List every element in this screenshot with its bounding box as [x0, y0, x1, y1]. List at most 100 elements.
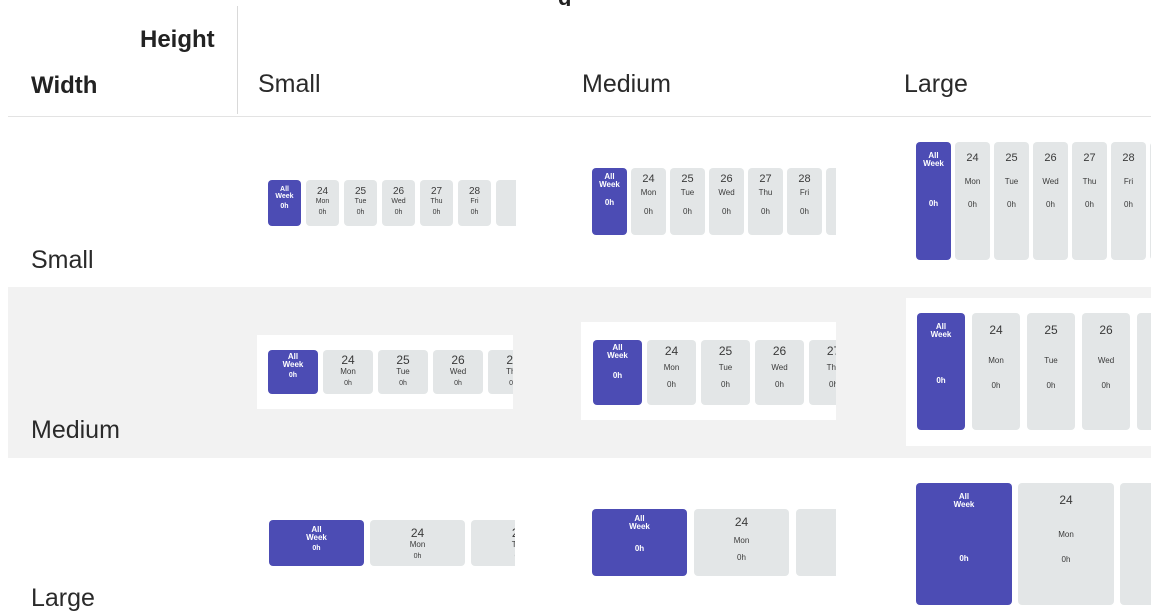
day-tile-mon[interactable]: 24 Mon 0h: [647, 340, 696, 405]
day-tile-fri[interactable]: 28 Fri 0h: [458, 180, 491, 226]
all-week-hours: 0h: [936, 375, 946, 385]
day-date: 25: [512, 526, 515, 540]
week-widget-large-medium: AllWeek0h24Mon0h25Tue0h26Wed0h: [592, 509, 836, 576]
day-tile-tue[interactable]: 25Tue0h: [471, 520, 515, 566]
day-name: Mon: [409, 540, 426, 549]
day-name: Wed: [449, 367, 467, 376]
day-name: Mon: [988, 356, 1004, 365]
all-week-label: Week: [953, 500, 975, 510]
day-tile-wed[interactable]: 26 Wed 0h: [755, 340, 804, 405]
day-name: Tue: [1044, 356, 1058, 365]
day-tile-tue[interactable]: 25Tue0h: [796, 509, 836, 576]
day-tile-mon[interactable]: 24 Mon 0h: [955, 142, 990, 260]
day-tile-mon[interactable]: 24 Mon 0h: [323, 350, 373, 394]
day-tile-mon[interactable]: 24 Mon 0h: [370, 520, 465, 566]
day-tile-wed[interactable]: 26 Wed 0h: [1033, 142, 1068, 260]
day-tile-next[interactable]: [496, 180, 516, 226]
day-tile-fri[interactable]: 28 Fri 0h: [787, 168, 822, 235]
width-axis-label: Width: [31, 72, 98, 99]
day-tile-thu[interactable]: 27Thu0h: [1137, 313, 1151, 430]
day-date: 26: [392, 186, 405, 197]
header-divider-vertical: [237, 6, 238, 114]
day-name: Fri: [470, 198, 479, 205]
day-tile-mon[interactable]: 24 Mon 0h: [972, 313, 1020, 430]
day-hours: 0h: [721, 380, 730, 390]
day-tile-fri[interactable]: 28 Fri 0h: [1111, 142, 1146, 260]
day-hours: 0h: [722, 207, 731, 217]
day-tile-tue[interactable]: 25 Tue 0h: [670, 168, 705, 235]
day-date: 26: [1044, 152, 1057, 164]
day-name: Wed: [1097, 356, 1115, 365]
day-tile-thu[interactable]: 27Thu0h: [1072, 142, 1107, 260]
day-date: 24: [734, 515, 749, 529]
all-week-tile[interactable]: All Week 0h: [916, 142, 951, 260]
row-label-medium: Medium: [31, 416, 120, 444]
day-hours: 0h: [737, 553, 746, 563]
day-date: 27: [826, 344, 836, 358]
day-tile-tue[interactable]: 25Tue0h: [994, 142, 1029, 260]
day-tile-wed[interactable]: 26 Wed 0h: [1082, 313, 1130, 430]
day-tile-thu[interactable]: 27Thu0h: [488, 350, 513, 394]
all-week-tile[interactable]: All Week 0h: [593, 340, 642, 405]
all-week-tile[interactable]: All Week 0h: [268, 180, 301, 226]
day-name: Tue: [680, 188, 695, 197]
day-tile-wed[interactable]: 26 Wed 0h: [382, 180, 415, 226]
day-name: Tue: [1004, 177, 1019, 186]
day-tile-mon[interactable]: 24 Mon 0h: [694, 509, 789, 576]
all-week-hours: 0h: [634, 543, 645, 553]
day-tile-mon[interactable]: 24 Mon 0h: [306, 180, 339, 226]
all-week-label: Week: [275, 193, 294, 201]
day-tile-wed[interactable]: 26 Wed 0h: [709, 168, 744, 235]
day-name: Wed: [391, 198, 406, 205]
day-hours: 0h: [344, 380, 352, 388]
all-week-tile[interactable]: All Week 0h: [916, 483, 1012, 605]
all-week-label: Week: [629, 522, 650, 532]
day-name: Tue: [511, 540, 515, 549]
day-date: 25: [1044, 323, 1058, 337]
day-name: Mon: [340, 367, 356, 376]
day-hours: 0h: [644, 207, 653, 217]
day-name: Mon: [733, 536, 750, 545]
day-date: 26: [451, 353, 465, 367]
week-widget-medium-large: AllWeek0h24Mon0h25Tue0h26Wed0h27Thu0h28F…: [917, 313, 1151, 430]
day-name: Tue: [354, 198, 367, 205]
all-week-tile[interactable]: All Week 0h: [269, 520, 364, 566]
all-week-tile[interactable]: All Week 0h: [592, 509, 687, 576]
all-week-hours: 0h: [280, 202, 289, 210]
day-hours: 0h: [968, 200, 977, 210]
day-name: Thu: [506, 367, 513, 376]
day-tile-next[interactable]: [826, 168, 836, 235]
all-week-hours: 0h: [612, 370, 623, 380]
day-tile-wed[interactable]: 26 Wed 0h: [433, 350, 483, 394]
day-hours: 0h: [761, 207, 770, 217]
day-tile-tue[interactable]: 25Tue0h: [701, 340, 750, 405]
day-tile-thu[interactable]: 27Thu0h: [420, 180, 453, 226]
all-week-label: Week: [607, 351, 628, 361]
day-tile-mon[interactable]: 24 Mon 0h: [631, 168, 666, 235]
day-date: 24: [664, 344, 679, 358]
day-date: 26: [720, 173, 733, 185]
day-tile-mon[interactable]: 24 Mon 0h: [1018, 483, 1114, 605]
day-tile-tue[interactable]: 25Tue0h: [378, 350, 428, 394]
day-name: Mon: [1058, 530, 1074, 539]
day-date: 25: [354, 186, 367, 197]
all-week-tile[interactable]: All Week 0h: [268, 350, 318, 394]
day-hours: 0h: [683, 207, 692, 217]
day-date: 27: [430, 186, 443, 197]
all-week-hours: 0h: [312, 544, 321, 552]
day-hours: 0h: [454, 380, 462, 388]
day-tile-thu[interactable]: 27Thu0h: [748, 168, 783, 235]
day-tile-tue[interactable]: 25Tue0h: [1120, 483, 1151, 605]
day-date: 24: [341, 353, 355, 367]
day-name: Thu: [826, 363, 836, 372]
day-tile-thu[interactable]: 27Thu0h: [809, 340, 836, 405]
all-week-tile[interactable]: All Week 0h: [917, 313, 965, 430]
day-date: 25: [681, 173, 694, 185]
week-widget-large-large: AllWeek0h24Mon0h25Tue0h26Wed0h: [916, 483, 1151, 605]
day-tile-tue[interactable]: 25Tue0h: [1027, 313, 1075, 430]
all-week-tile[interactable]: All Week 0h: [592, 168, 627, 235]
day-hours: 0h: [800, 207, 809, 217]
day-name: Tue: [396, 367, 410, 376]
day-tile-tue[interactable]: 25Tue0h: [344, 180, 377, 226]
row-label-small: Small: [31, 246, 94, 274]
